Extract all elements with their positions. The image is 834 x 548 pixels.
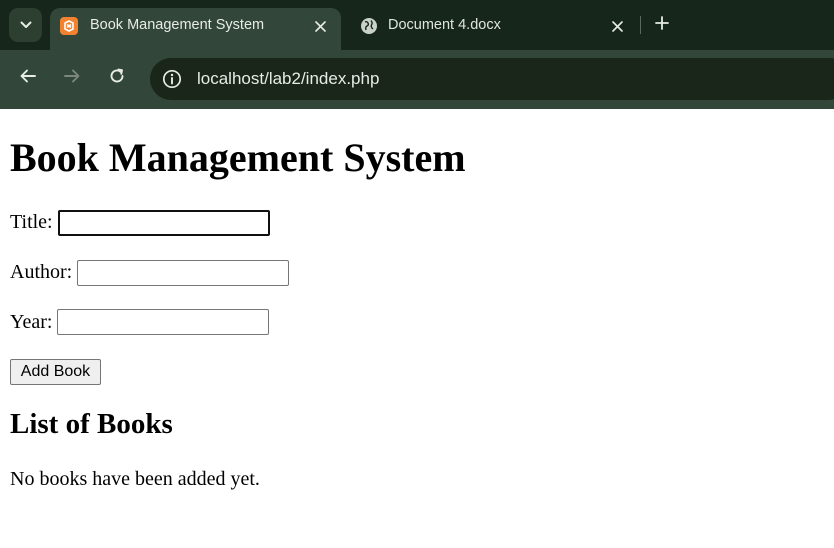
title-label: Title: bbox=[10, 211, 53, 233]
list-heading: List of Books bbox=[10, 408, 173, 440]
title-input[interactable] bbox=[58, 210, 270, 236]
author-label: Author: bbox=[10, 261, 73, 283]
page-content: Book Management System Title: Author: Ye… bbox=[0, 0, 834, 548]
empty-list-message: No books have been added yet. bbox=[10, 468, 260, 490]
year-input[interactable] bbox=[57, 309, 269, 335]
year-label: Year: bbox=[10, 311, 53, 333]
add-book-button[interactable]: Add Book bbox=[10, 359, 101, 385]
page-title: Book Management System bbox=[10, 135, 466, 180]
author-input[interactable] bbox=[77, 260, 289, 286]
